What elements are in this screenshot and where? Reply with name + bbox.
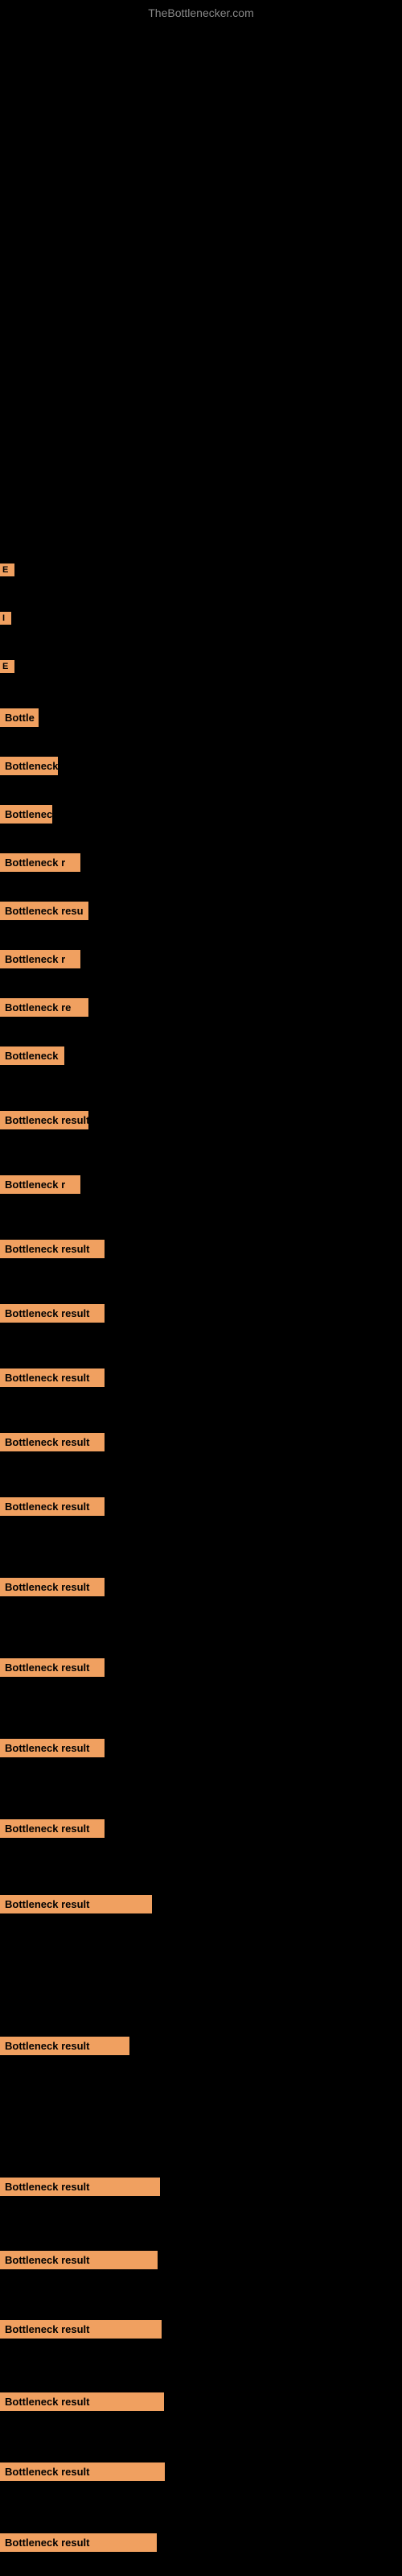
label-bottleneck: Bottleneck (0, 757, 58, 775)
list-item: Bottleneck result (0, 2178, 160, 2196)
label-bottleneck-full6: Bottleneck result (0, 1578, 105, 1596)
list-item: Bottleneck result (0, 2037, 129, 2055)
label-bottleneck-r2: Bottleneck resu (0, 902, 88, 920)
main-content: TheBottlenecker.com E I E Bottle Bottlen… (0, 0, 402, 2576)
list-item: Bottleneck result (0, 2533, 157, 2552)
label-bottleneck-full4: Bottleneck result (0, 1433, 105, 1451)
label-bottleneck-full2: Bottleneck result (0, 1304, 105, 1323)
label-bottleneck-med2: Bottlenec (0, 805, 52, 824)
list-item: Bottleneck result (0, 1895, 152, 1913)
list-item: Bottleneck result (0, 2251, 158, 2269)
label-bottleneck-full9: Bottleneck result (0, 1819, 105, 1838)
label-e3: E (0, 660, 14, 673)
label-bottleneck-full3: Bottleneck result (0, 1368, 105, 1387)
label-e2: I (0, 612, 11, 625)
label-bottle-short: Bottle (0, 708, 39, 727)
label-bottleneck-full1: Bottleneck result (0, 1240, 105, 1258)
label-bottleneck-r6: Bottleneck r (0, 1175, 80, 1194)
label-bottleneck-r4: Bottleneck re (0, 998, 88, 1017)
label-bottleneck-r5: Bottleneck result (0, 1111, 88, 1129)
site-title: TheBottlenecker.com (0, 0, 402, 26)
label-e1: E (0, 564, 14, 576)
label-bottleneck-full8: Bottleneck result (0, 1739, 105, 1757)
list-item: Bottleneck result (0, 2392, 164, 2411)
label-bottleneck-med3: Bottleneck (0, 1046, 64, 1065)
label-bottleneck-full7: Bottleneck result (0, 1658, 105, 1677)
label-bottleneck-r3: Bottleneck r (0, 950, 80, 968)
label-bottleneck-full5: Bottleneck result (0, 1497, 105, 1516)
label-bottleneck-r1: Bottleneck r (0, 853, 80, 872)
list-item: Bottleneck result (0, 2462, 165, 2481)
list-item: Bottleneck result (0, 2320, 162, 2339)
